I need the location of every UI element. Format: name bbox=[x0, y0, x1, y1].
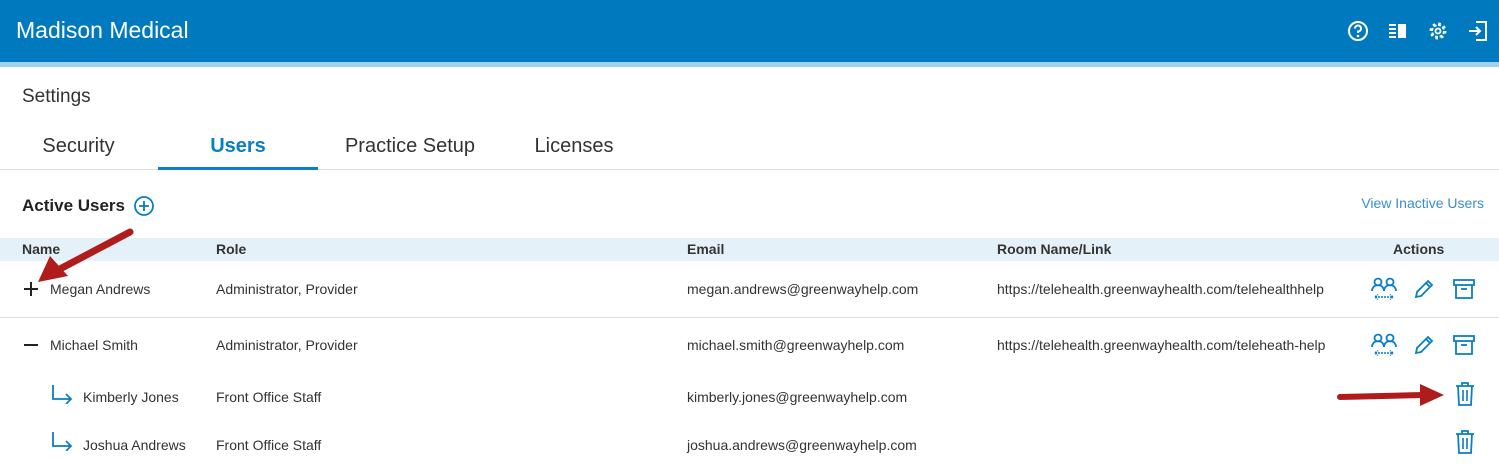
panel-icon[interactable] bbox=[1385, 18, 1411, 44]
help-icon[interactable] bbox=[1345, 18, 1371, 44]
pencil-icon bbox=[1414, 335, 1434, 355]
user-email: joshua.andrews@greenwayhelp.com bbox=[687, 437, 917, 453]
user-name: Michael Smith bbox=[50, 337, 138, 353]
pencil-icon bbox=[1414, 279, 1434, 299]
column-header-room: Room Name/Link bbox=[997, 241, 1112, 257]
app-title: Madison Medical bbox=[16, 17, 189, 43]
archive-button[interactable] bbox=[1450, 331, 1478, 359]
top-icons bbox=[1345, 18, 1491, 44]
top-bar: Madison Medical bbox=[0, 0, 1499, 62]
table-row-child: Kimberly Jones Front Office Staff kimber… bbox=[0, 370, 1499, 418]
archive-button[interactable] bbox=[1450, 275, 1478, 303]
page-title: Settings bbox=[22, 86, 91, 107]
column-header-actions: Actions bbox=[1393, 241, 1445, 257]
delegate-users-button[interactable] bbox=[1370, 331, 1398, 359]
table-row-child: Joshua Andrews Front Office Staff joshua… bbox=[0, 418, 1499, 464]
delegate-users-button[interactable] bbox=[1370, 275, 1398, 303]
user-email: michael.smith@greenwayhelp.com bbox=[687, 337, 905, 353]
column-header-email: Email bbox=[687, 241, 725, 257]
user-name: Joshua Andrews bbox=[83, 437, 186, 453]
users-swap-icon bbox=[1371, 333, 1397, 357]
top-bar-stripe bbox=[0, 62, 1499, 67]
delete-button[interactable] bbox=[1451, 380, 1479, 408]
user-role: Administrator, Provider bbox=[216, 281, 358, 297]
table-row: Megan Andrews Administrator, Provider me… bbox=[0, 261, 1499, 318]
user-room-link[interactable]: https://telehealth.greenwayhealth.com/te… bbox=[997, 337, 1325, 353]
user-email: megan.andrews@greenwayhelp.com bbox=[687, 281, 919, 297]
column-header-role: Role bbox=[216, 241, 247, 257]
archive-icon bbox=[1453, 279, 1475, 299]
user-room-link[interactable]: https://telehealth.greenwayhealth.com/te… bbox=[997, 281, 1324, 297]
user-email: kimberly.jones@greenwayhelp.com bbox=[687, 389, 908, 405]
trash-icon bbox=[1456, 382, 1474, 406]
add-user-button[interactable] bbox=[133, 195, 155, 217]
gear-icon[interactable] bbox=[1425, 18, 1451, 44]
trash-icon bbox=[1456, 430, 1474, 454]
users-swap-icon bbox=[1371, 277, 1397, 301]
tab-users[interactable]: Users bbox=[158, 122, 318, 170]
plus-circle-icon bbox=[134, 196, 154, 216]
annotation-arrow bbox=[1337, 384, 1444, 406]
annotation-arrow bbox=[38, 228, 134, 282]
user-role: Administrator, Provider bbox=[216, 337, 358, 353]
user-name: Kimberly Jones bbox=[83, 389, 179, 405]
user-role: Front Office Staff bbox=[216, 437, 322, 453]
archive-icon bbox=[1453, 335, 1475, 355]
child-arrow-icon bbox=[50, 431, 74, 452]
tab-licenses[interactable]: Licenses bbox=[510, 122, 638, 170]
view-inactive-users-link[interactable]: View Inactive Users bbox=[1361, 195, 1484, 211]
table-row: Michael Smith Administrator, Provider mi… bbox=[0, 318, 1499, 370]
edit-button[interactable] bbox=[1410, 275, 1438, 303]
tab-security[interactable]: Security bbox=[0, 122, 157, 170]
delete-button[interactable] bbox=[1451, 428, 1479, 456]
tab-practice-setup[interactable]: Practice Setup bbox=[320, 122, 500, 170]
table-header: Name Role Email Room Name/Link Actions bbox=[0, 238, 1499, 261]
user-role: Front Office Staff bbox=[216, 389, 322, 405]
collapse-icon[interactable] bbox=[22, 336, 40, 354]
logout-icon[interactable] bbox=[1465, 18, 1491, 44]
child-arrow-icon bbox=[50, 384, 74, 405]
edit-button[interactable] bbox=[1410, 331, 1438, 359]
tab-bar: Security Users Practice Setup Licenses bbox=[0, 122, 1499, 170]
section-title: Active Users bbox=[22, 196, 126, 215]
